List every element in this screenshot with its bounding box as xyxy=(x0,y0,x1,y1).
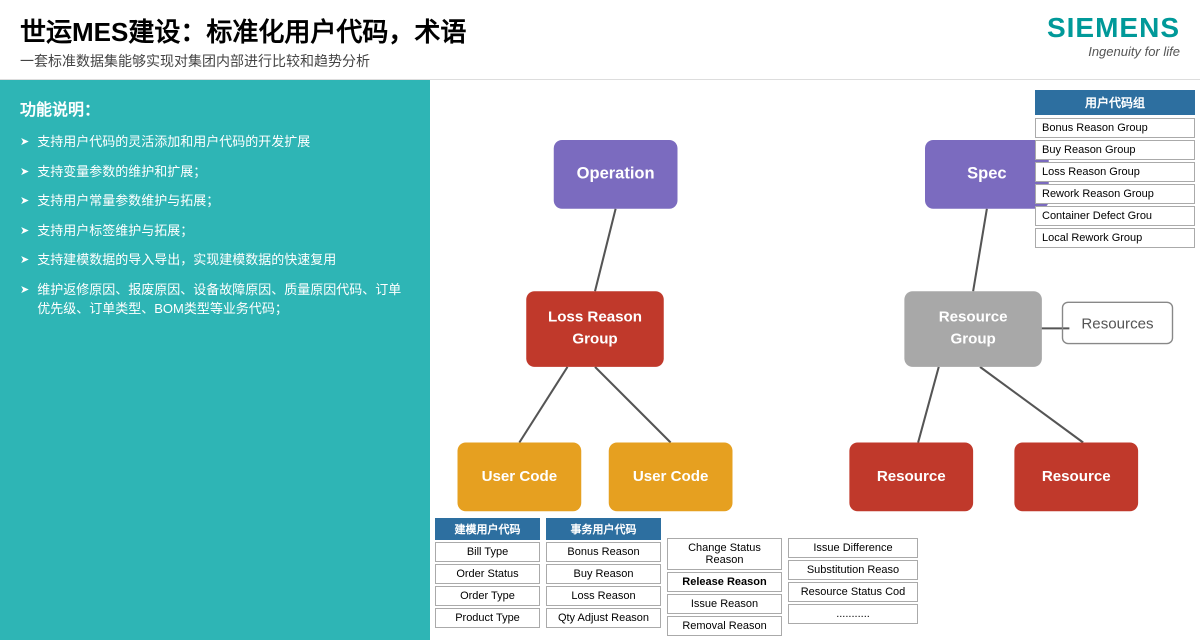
feature-item: 支持用户常量参数维护与拓展； xyxy=(20,191,410,211)
svg-text:User Code: User Code xyxy=(633,468,709,485)
svg-text:Resource: Resource xyxy=(939,309,1008,326)
feature-item: 支持用户标签维护与拓展； xyxy=(20,221,410,241)
page-title: 世运MES建设：标准化用户代码，术语 xyxy=(20,12,466,49)
business-code-item: Change Status Reason xyxy=(667,538,782,570)
ucg-item: Container Defect Grou xyxy=(1035,206,1195,226)
ucg-item: Bonus Reason Group xyxy=(1035,118,1195,138)
svg-text:Loss Reason: Loss Reason xyxy=(548,309,642,326)
modeling-code-item: Order Type xyxy=(435,586,540,606)
business-code-item: Qty Adjust Reason xyxy=(546,608,661,628)
svg-text:Group: Group xyxy=(950,331,995,348)
business-code-item: ........... xyxy=(788,604,918,624)
svg-text:Operation: Operation xyxy=(577,165,655,183)
modeling-code-item: Bill Type xyxy=(435,542,540,562)
svg-text:Resource: Resource xyxy=(1042,468,1111,485)
feature-item: 支持变量参数的维护和扩展； xyxy=(20,162,410,182)
ucg-panel: 用户代码组 Bonus Reason GroupBuy Reason Group… xyxy=(1035,90,1195,250)
business-code-item: Bonus Reason xyxy=(546,542,661,562)
feature-item: 维护返修原因、报废原因、设备故障原因、质量原因代码、订单优先级、订单类型、BOM… xyxy=(20,280,410,319)
business-codes-title: 事务用户代码 xyxy=(546,518,661,540)
right-panel: Operation Spec Loss Reason Group Resourc… xyxy=(430,80,1200,640)
feature-item: 支持用户代码的灵活添加和用户代码的开发扩展 xyxy=(20,132,410,152)
siemens-brand: SIEMENS xyxy=(1047,12,1180,44)
business-code-item: Buy Reason xyxy=(546,564,661,584)
business-code-item: Issue Reason xyxy=(667,594,782,614)
business-codes-col3: Issue DifferenceSubstitution ReasoResour… xyxy=(788,538,918,638)
feature-list: 支持用户代码的灵活添加和用户代码的开发扩展支持变量参数的维护和扩展； 支持用户常量… xyxy=(20,132,410,319)
page-subtitle: 一套标准数据集能够实现对集团内部进行比较和趋势分析 xyxy=(20,51,466,71)
business-code-item: Loss Reason xyxy=(546,586,661,606)
page-header: 世运MES建设：标准化用户代码，术语 一套标准数据集能够实现对集团内部进行比较和… xyxy=(0,0,1200,80)
svg-text:User Code: User Code xyxy=(482,468,558,485)
modeling-code-item: Product Type xyxy=(435,608,540,628)
ucg-item: Rework Reason Group xyxy=(1035,184,1195,204)
svg-text:Resource: Resource xyxy=(877,468,946,485)
feature-item: 支持建模数据的导入导出，实现建模数据的快速复用 xyxy=(20,250,410,270)
siemens-logo: SIEMENS Ingenuity for life xyxy=(1047,12,1180,59)
svg-text:Spec: Spec xyxy=(967,165,1006,183)
ucg-item: Loss Reason Group xyxy=(1035,162,1195,182)
main-content: 功能说明： 支持用户代码的灵活添加和用户代码的开发扩展支持变量参数的维护和扩展；… xyxy=(0,80,1200,640)
bottom-tables: 建模用户代码 Bill TypeOrder StatusOrder TypePr… xyxy=(435,518,1195,638)
ucg-item: Local Rework Group xyxy=(1035,228,1195,248)
svg-text:Resources: Resources xyxy=(1081,315,1154,332)
business-codes-col1: 事务用户代码 Bonus ReasonBuy ReasonLoss Reason… xyxy=(546,518,661,638)
business-code-item: Resource Status Cod xyxy=(788,582,918,602)
ucg-title: 用户代码组 xyxy=(1035,90,1195,115)
modeling-codes-title: 建模用户代码 xyxy=(435,518,540,540)
business-code-item: Substitution Reaso xyxy=(788,560,918,580)
section-title: 功能说明： xyxy=(20,96,410,120)
modeling-codes-panel: 建模用户代码 Bill TypeOrder StatusOrder TypePr… xyxy=(435,518,540,638)
business-code-item: Release Reason xyxy=(667,572,782,592)
svg-text:Group: Group xyxy=(572,331,617,348)
ucg-item: Buy Reason Group xyxy=(1035,140,1195,160)
business-code-item: Removal Reason xyxy=(667,616,782,636)
modeling-code-item: Order Status xyxy=(435,564,540,584)
business-code-item: Issue Difference xyxy=(788,538,918,558)
left-panel: 功能说明： 支持用户代码的灵活添加和用户代码的开发扩展支持变量参数的维护和扩展；… xyxy=(0,80,430,640)
header-left: 世运MES建设：标准化用户代码，术语 一套标准数据集能够实现对集团内部进行比较和… xyxy=(20,12,466,71)
business-codes-col2: Change Status ReasonRelease ReasonIssue … xyxy=(667,538,782,638)
siemens-tagline: Ingenuity for life xyxy=(1047,44,1180,59)
